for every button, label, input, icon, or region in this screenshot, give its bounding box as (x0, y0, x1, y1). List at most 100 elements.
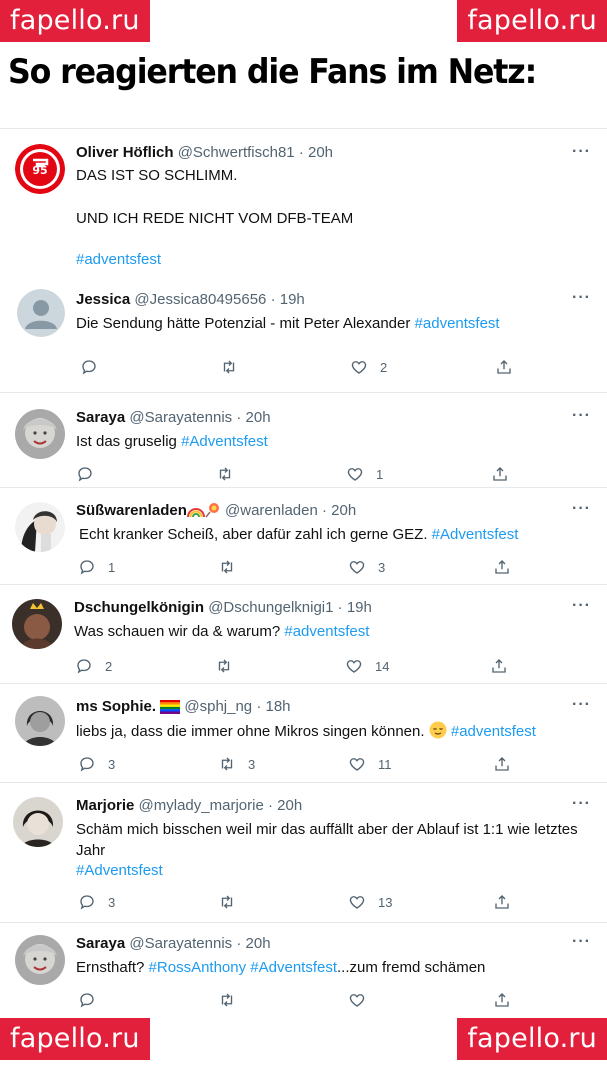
retweet-button[interactable] (215, 655, 233, 677)
default-avatar-icon[interactable] (17, 289, 65, 337)
photo-avatar[interactable] (15, 502, 65, 552)
author-handle[interactable]: @mylady_marjorie (139, 797, 264, 814)
author-name[interactable]: Saraya (76, 935, 125, 952)
like-button[interactable]: 14 (345, 655, 389, 677)
hashtag-link[interactable]: #adventsfest (451, 723, 536, 740)
more-options-icon[interactable]: ··· (572, 143, 591, 161)
tweet[interactable]: Saraya @Sarayatennis · 20h ··· Ist das g… (0, 393, 607, 488)
tweet-text-body: Was schauen wir da & warum? (74, 623, 285, 640)
tweet[interactable]: Marjorie @mylady_marjorie · 20h ··· Schä… (0, 783, 607, 923)
like-button[interactable]: 1 (346, 463, 383, 485)
reply-button[interactable]: 1 (78, 556, 115, 578)
share-button[interactable] (493, 891, 511, 913)
reply-icon (80, 560, 94, 575)
tweet[interactable]: Dschungelkönigin @Dschungelknigi1 · 19h … (0, 585, 607, 684)
more-options-icon[interactable]: ··· (572, 933, 591, 951)
author-handle[interactable]: @Dschungelknigi1 (208, 599, 333, 616)
author-name[interactable]: Oliver Höflich (76, 144, 174, 161)
like-button[interactable]: 2 (350, 356, 387, 378)
tweet-time[interactable]: · 20h (236, 409, 270, 426)
retweet-button[interactable]: 3 (218, 753, 255, 775)
tweet-time[interactable]: · 19h (271, 291, 305, 308)
share-button[interactable] (491, 463, 509, 485)
club-logo-icon[interactable]: 95 (15, 144, 65, 194)
reply-button[interactable]: 3 (78, 891, 115, 913)
author-handle[interactable]: @Sarayatennis (129, 935, 232, 952)
hashtag-link[interactable]: #Adventsfest (181, 433, 268, 450)
author-handle[interactable]: @Sarayatennis (129, 409, 232, 426)
hashtag-link[interactable]: #adventsfest (415, 315, 500, 332)
tweet[interactable]: Jessica @Jessica80495656 · 19h ··· Die S… (0, 269, 607, 393)
photo-avatar[interactable] (15, 696, 65, 746)
reply-count: 3 (108, 756, 116, 772)
author-name[interactable]: Jessica (76, 291, 130, 308)
hashtag-link[interactable]: #Adventsfest (250, 959, 337, 976)
retweet-icon (221, 993, 233, 1007)
more-options-icon[interactable]: ··· (572, 795, 591, 813)
tweet-time[interactable]: · 18h (256, 698, 290, 715)
author-handle[interactable]: @Jessica80495656 (134, 291, 266, 308)
author-handle[interactable]: @warenladen (225, 502, 318, 519)
photo-avatar[interactable] (15, 409, 65, 459)
tweet-text: Ernsthaft? #RossAnthony #Adventsfest...z… (76, 958, 593, 978)
reply-button[interactable] (80, 356, 98, 378)
more-options-icon[interactable]: ··· (572, 597, 591, 615)
share-button[interactable] (495, 356, 513, 378)
retweet-button[interactable] (220, 356, 238, 378)
share-button[interactable] (493, 989, 511, 1011)
like-button[interactable]: 13 (348, 891, 392, 913)
tweet-time[interactable]: · 20h (299, 144, 333, 161)
hashtag-link[interactable]: #adventsfest (284, 623, 369, 640)
photo-avatar[interactable] (12, 599, 62, 649)
reply-count: 1 (108, 559, 116, 575)
retweet-button[interactable] (218, 891, 236, 913)
like-button[interactable]: 3 (348, 556, 385, 578)
author-name[interactable]: Dschungelkönigin (74, 599, 204, 616)
tweet-header: Dschungelkönigin @Dschungelknigi1 · 19h (74, 599, 372, 616)
share-button[interactable] (493, 556, 511, 578)
photo-avatar[interactable] (13, 797, 63, 847)
tweet-actions (78, 989, 518, 1011)
share-button[interactable] (490, 655, 508, 677)
tweet-time[interactable]: · 20h (322, 502, 356, 519)
tweet-time[interactable]: · 20h (236, 935, 270, 952)
author-name[interactable]: Süßwarenladen (76, 502, 187, 519)
tweet-time[interactable]: · 19h (338, 599, 372, 616)
reply-button[interactable] (78, 989, 96, 1011)
like-button[interactable]: 11 (348, 753, 392, 775)
like-count: 1 (376, 466, 384, 482)
reply-button[interactable]: 3 (78, 753, 115, 775)
tweet[interactable]: Süßwarenladen @warenladen · 20h ··· Echt… (0, 488, 607, 585)
like-button[interactable] (348, 989, 366, 1011)
author-handle[interactable]: @sphj_ng (184, 698, 252, 715)
watermark-top-left: fapello.ru (0, 0, 150, 42)
more-options-icon[interactable]: ··· (572, 289, 591, 307)
reply-icon (80, 895, 94, 910)
share-icon (495, 895, 509, 909)
tweet[interactable]: ms Sophie. @sphj_ng · 18h ··· liebs ja, … (0, 684, 607, 783)
author-handle[interactable]: @Schwertfisch81 (178, 144, 295, 161)
author-name[interactable]: Saraya (76, 409, 125, 426)
more-options-icon[interactable]: ··· (572, 407, 591, 425)
reply-button[interactable]: 2 (75, 655, 112, 677)
tweet-time[interactable]: · 20h (268, 797, 302, 814)
retweet-button[interactable] (218, 556, 236, 578)
retweet-button[interactable] (218, 989, 236, 1011)
retweet-icon (221, 560, 233, 574)
tweet-text-line: Jahr (76, 842, 106, 859)
more-options-icon[interactable]: ··· (572, 500, 591, 518)
tweet[interactable]: Saraya @Sarayatennis · 20h ··· Ernsthaft… (0, 923, 607, 1019)
photo-avatar[interactable] (15, 935, 65, 985)
share-button[interactable] (493, 753, 511, 775)
hashtag-link[interactable]: #adventsfest (76, 251, 161, 268)
reply-button[interactable] (76, 463, 94, 485)
more-options-icon[interactable]: ··· (572, 696, 591, 714)
hashtag-link[interactable]: #RossAnthony (149, 959, 247, 976)
hashtag-link[interactable]: #Adventsfest (432, 526, 519, 543)
tweet[interactable]: 95 Oliver Höflich @Schwertfisch81 · 20h … (0, 129, 607, 269)
retweet-button[interactable] (216, 463, 234, 485)
hashtag-link[interactable]: #Adventsfest (76, 862, 163, 879)
author-name[interactable]: ms Sophie. (76, 698, 156, 715)
relieved-face-icon (429, 721, 447, 745)
author-name[interactable]: Marjorie (76, 797, 134, 814)
